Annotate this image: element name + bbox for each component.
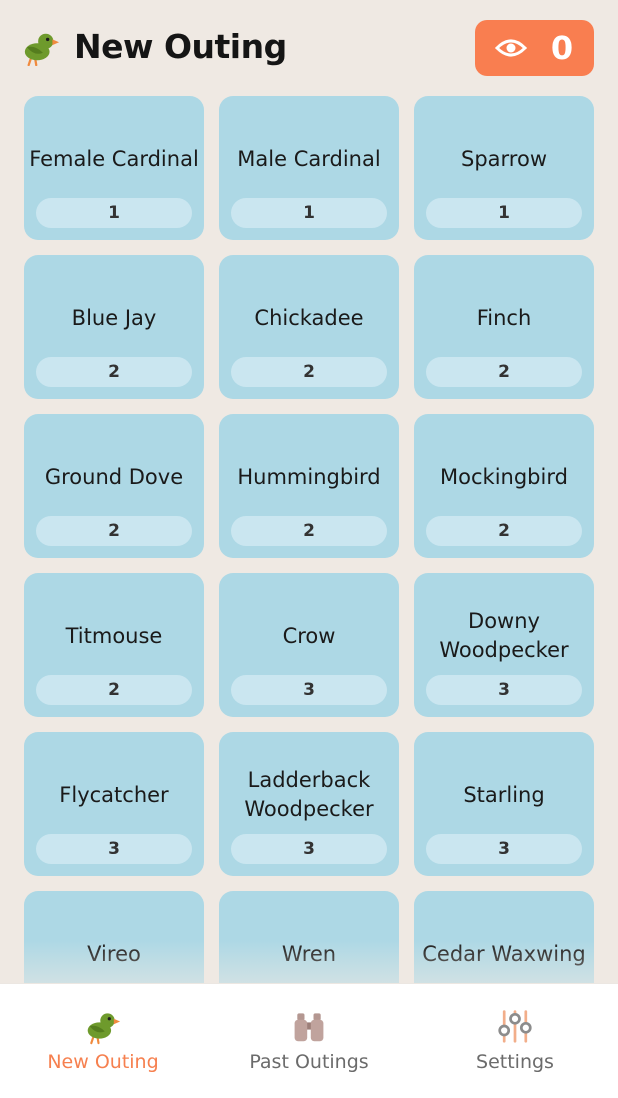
bird-tile[interactable]: Titmouse 2: [24, 573, 204, 717]
bird-icon: [22, 28, 60, 66]
nav-label: Past Outings: [249, 1051, 369, 1073]
sliders-icon: [498, 1010, 532, 1043]
bird-tile[interactable]: Mockingbird 2: [414, 414, 594, 558]
sightings-count: 0: [550, 29, 574, 67]
sighting-count-badge: 3: [426, 675, 582, 705]
sighting-count-badge: 2: [36, 675, 192, 705]
nav-item-past-outings[interactable]: Past Outings: [206, 984, 412, 1098]
bottom-nav: New Outing Past Outings Settings: [0, 983, 618, 1098]
binoculars-icon: [294, 1013, 324, 1042]
bird-tile[interactable]: Cedar Waxwing: [414, 891, 594, 983]
bird-tile[interactable]: Crow 3: [219, 573, 399, 717]
bird-name: Vireo: [87, 941, 141, 966]
bird-tile[interactable]: Finch 2: [414, 255, 594, 399]
sighting-count-badge: 2: [36, 357, 192, 387]
bird-tile[interactable]: Starling 3: [414, 732, 594, 876]
bird-name: Wren: [281, 941, 337, 966]
sighting-count-badge: 3: [36, 834, 192, 864]
sighting-count-badge: 1: [36, 198, 192, 228]
page-title: New Outing: [74, 27, 287, 66]
bird-icon: [85, 1006, 121, 1046]
nav-item-new-outing[interactable]: New Outing: [0, 984, 206, 1098]
sighting-count-badge: 2: [426, 357, 582, 387]
sighting-count-badge: 1: [426, 198, 582, 228]
nav-label: Settings: [476, 1051, 554, 1073]
sighting-count-badge: 2: [36, 516, 192, 546]
sightings-counter-button[interactable]: 0: [475, 20, 594, 76]
sighting-count-badge: 3: [231, 675, 387, 705]
bird-name: Cedar Waxwing: [422, 941, 586, 966]
bird-tile[interactable]: Ground Dove 2: [24, 414, 204, 558]
bird-grid: Female Cardinal 1 Male Cardinal 1 Sparrow 1 Bl…: [24, 96, 594, 983]
bird-tile[interactable]: Wren: [219, 891, 399, 983]
nav-item-settings[interactable]: Settings: [412, 984, 618, 1098]
bird-tile[interactable]: Downy Woodpecker 3: [414, 573, 594, 717]
sighting-count-badge: 2: [231, 516, 387, 546]
bird-tile[interactable]: Male Cardinal 1: [219, 96, 399, 240]
sighting-count-badge: 2: [426, 516, 582, 546]
bird-tile[interactable]: Female Cardinal 1: [24, 96, 204, 240]
bird-tile[interactable]: Sparrow 1: [414, 96, 594, 240]
sighting-count-badge: 1: [231, 198, 387, 228]
bird-tile[interactable]: Chickadee 2: [219, 255, 399, 399]
nav-label: New Outing: [47, 1051, 159, 1073]
bird-tile[interactable]: Ladderback Woodpecker 3: [219, 732, 399, 876]
sighting-count-badge: 3: [426, 834, 582, 864]
bird-tile[interactable]: Flycatcher 3: [24, 732, 204, 876]
header: New Outing 0: [0, 0, 618, 96]
bird-tile[interactable]: Vireo: [24, 891, 204, 983]
sighting-count-badge: 2: [231, 357, 387, 387]
eye-icon: [495, 39, 527, 57]
bird-tile[interactable]: Blue Jay 2: [24, 255, 204, 399]
sighting-count-badge: 3: [231, 834, 387, 864]
bird-tile[interactable]: Hummingbird 2: [219, 414, 399, 558]
